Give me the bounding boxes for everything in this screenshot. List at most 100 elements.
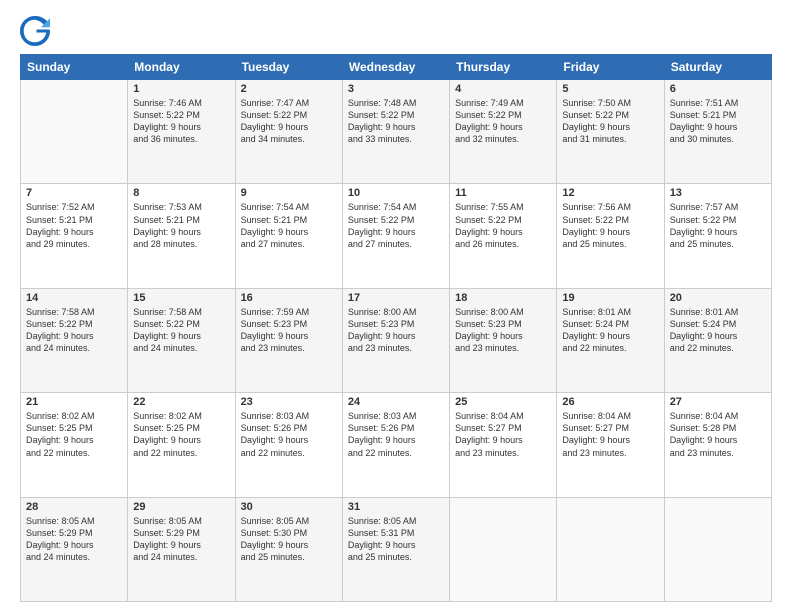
day-number: 10 bbox=[348, 187, 444, 199]
day-number: 2 bbox=[241, 83, 337, 95]
calendar-day-cell: 19Sunrise: 8:01 AM Sunset: 5:24 PM Dayli… bbox=[557, 288, 664, 392]
day-number: 6 bbox=[670, 83, 766, 95]
day-number: 15 bbox=[133, 292, 229, 304]
calendar-header-row: SundayMondayTuesdayWednesdayThursdayFrid… bbox=[21, 55, 772, 80]
logo-icon bbox=[20, 16, 50, 46]
calendar-day-header: Thursday bbox=[450, 55, 557, 80]
day-number: 23 bbox=[241, 396, 337, 408]
day-number: 21 bbox=[26, 396, 122, 408]
calendar-day-cell: 14 Sunrise: 7:58 AM Sunset: 5:22 PM Dayli… bbox=[21, 288, 128, 392]
day-info: Sunrise: 7:47 AM Sunset: 5:22 PM Dayligh… bbox=[241, 97, 337, 146]
calendar-week-row: 14 Sunrise: 7:58 AM Sunset: 5:22 PM Dayli… bbox=[21, 288, 772, 392]
day-info: Sunrise: 8:04 AM Sunset: 5:27 PM Dayligh… bbox=[562, 410, 658, 459]
day-number: 25 bbox=[455, 396, 551, 408]
day-number: 5 bbox=[562, 83, 658, 95]
calendar-day-header: Tuesday bbox=[235, 55, 342, 80]
calendar-day-cell: 21Sunrise: 8:02 AM Sunset: 5:25 PM Dayli… bbox=[21, 393, 128, 497]
calendar-day-header: Friday bbox=[557, 55, 664, 80]
day-info: Sunrise: 7:56 AM Sunset: 5:22 PM Dayligh… bbox=[562, 201, 658, 250]
day-info: Sunrise: 8:05 AM Sunset: 5:29 PM Dayligh… bbox=[133, 515, 229, 564]
calendar-day-header: Saturday bbox=[664, 55, 771, 80]
calendar-day-cell: 12 Sunrise: 7:56 AM Sunset: 5:22 PM Dayli… bbox=[557, 184, 664, 288]
day-info: Sunrise: 7:53 AM Sunset: 5:21 PM Dayligh… bbox=[133, 201, 229, 250]
day-number: 14 bbox=[26, 292, 122, 304]
calendar-day-cell: 4 Sunrise: 7:49 AM Sunset: 5:22 PM Daylig… bbox=[450, 80, 557, 184]
day-info: Sunrise: 7:48 AM Sunset: 5:22 PM Dayligh… bbox=[348, 97, 444, 146]
day-info: Sunrise: 7:58 AM Sunset: 5:22 PM Dayligh… bbox=[133, 306, 229, 355]
calendar-day-cell: 13Sunrise: 7:57 AM Sunset: 5:22 PM Dayli… bbox=[664, 184, 771, 288]
calendar-day-cell: 26Sunrise: 8:04 AM Sunset: 5:27 PM Dayli… bbox=[557, 393, 664, 497]
day-number: 4 bbox=[455, 83, 551, 95]
day-info: Sunrise: 8:03 AM Sunset: 5:26 PM Dayligh… bbox=[348, 410, 444, 459]
day-info: Sunrise: 8:04 AM Sunset: 5:28 PM Dayligh… bbox=[670, 410, 766, 459]
calendar-day-cell: 30Sunrise: 8:05 AM Sunset: 5:30 PM Dayli… bbox=[235, 497, 342, 601]
day-info: Sunrise: 7:49 AM Sunset: 5:22 PM Dayligh… bbox=[455, 97, 551, 146]
day-info: Sunrise: 8:01 AM Sunset: 5:24 PM Dayligh… bbox=[562, 306, 658, 355]
day-number: 11 bbox=[455, 187, 551, 199]
calendar-day-cell: 29 Sunrise: 8:05 AM Sunset: 5:29 PM Dayli… bbox=[128, 497, 235, 601]
day-number: 27 bbox=[670, 396, 766, 408]
logo bbox=[20, 16, 54, 46]
calendar-day-cell: 6 Sunrise: 7:51 AM Sunset: 5:21 PM Daylig… bbox=[664, 80, 771, 184]
calendar-day-cell: 22 Sunrise: 8:02 AM Sunset: 5:25 PM Dayli… bbox=[128, 393, 235, 497]
calendar-day-header: Wednesday bbox=[342, 55, 449, 80]
calendar-table: SundayMondayTuesdayWednesdayThursdayFrid… bbox=[20, 54, 772, 602]
day-number: 22 bbox=[133, 396, 229, 408]
calendar-day-cell: 3 Sunrise: 7:48 AM Sunset: 5:22 PM Daylig… bbox=[342, 80, 449, 184]
day-info: Sunrise: 7:55 AM Sunset: 5:22 PM Dayligh… bbox=[455, 201, 551, 250]
day-number: 16 bbox=[241, 292, 337, 304]
calendar-week-row: 21 Sunrise: 8:02 AM Sunset: 5:25 PM Dayli… bbox=[21, 393, 772, 497]
calendar-day-cell: 9 Sunrise: 7:54 AM Sunset: 5:21 PM Daylig… bbox=[235, 184, 342, 288]
day-number: 17 bbox=[348, 292, 444, 304]
calendar-day-cell: 15 Sunrise: 7:58 AM Sunset: 5:22 PM Dayli… bbox=[128, 288, 235, 392]
day-info: Sunrise: 7:54 AM Sunset: 5:21 PM Dayligh… bbox=[241, 201, 337, 250]
day-info: Sunrise: 7:57 AM Sunset: 5:22 PM Dayligh… bbox=[670, 201, 766, 250]
day-number: 31 bbox=[348, 501, 444, 513]
day-number: 18 bbox=[455, 292, 551, 304]
day-number: 3 bbox=[348, 83, 444, 95]
day-info: Sunrise: 8:03 AM Sunset: 5:26 PM Dayligh… bbox=[241, 410, 337, 459]
calendar-day-header: Monday bbox=[128, 55, 235, 80]
calendar-day-cell bbox=[450, 497, 557, 601]
calendar-day-cell: 10 Sunrise: 7:54 AM Sunset: 5:22 PM Dayli… bbox=[342, 184, 449, 288]
calendar-day-cell: 17 Sunrise: 8:00 AM Sunset: 5:23 PM Dayli… bbox=[342, 288, 449, 392]
day-number: 9 bbox=[241, 187, 337, 199]
calendar-day-cell: 7 Sunrise: 7:52 AM Sunset: 5:21 PM Daylig… bbox=[21, 184, 128, 288]
calendar-day-cell: 20Sunrise: 8:01 AM Sunset: 5:24 PM Dayli… bbox=[664, 288, 771, 392]
day-info: Sunrise: 7:59 AM Sunset: 5:23 PM Dayligh… bbox=[241, 306, 337, 355]
day-info: Sunrise: 7:58 AM Sunset: 5:22 PM Dayligh… bbox=[26, 306, 122, 355]
calendar-week-row: 28 Sunrise: 8:05 AM Sunset: 5:29 PM Dayli… bbox=[21, 497, 772, 601]
day-info: Sunrise: 8:00 AM Sunset: 5:23 PM Dayligh… bbox=[348, 306, 444, 355]
day-info: Sunrise: 8:05 AM Sunset: 5:29 PM Dayligh… bbox=[26, 515, 122, 564]
day-number: 28 bbox=[26, 501, 122, 513]
page: SundayMondayTuesdayWednesdayThursdayFrid… bbox=[0, 0, 792, 612]
calendar-day-cell: 5 Sunrise: 7:50 AM Sunset: 5:22 PM Daylig… bbox=[557, 80, 664, 184]
calendar-day-cell: 23 Sunrise: 8:03 AM Sunset: 5:26 PM Dayli… bbox=[235, 393, 342, 497]
calendar-week-row: 1Sunrise: 7:46 AM Sunset: 5:22 PM Daylig… bbox=[21, 80, 772, 184]
calendar-week-row: 7 Sunrise: 7:52 AM Sunset: 5:21 PM Daylig… bbox=[21, 184, 772, 288]
calendar-day-cell bbox=[21, 80, 128, 184]
day-number: 1 bbox=[133, 83, 229, 95]
day-info: Sunrise: 7:50 AM Sunset: 5:22 PM Dayligh… bbox=[562, 97, 658, 146]
calendar-day-cell: 1Sunrise: 7:46 AM Sunset: 5:22 PM Daylig… bbox=[128, 80, 235, 184]
calendar-day-cell bbox=[664, 497, 771, 601]
day-number: 29 bbox=[133, 501, 229, 513]
day-number: 7 bbox=[26, 187, 122, 199]
day-number: 12 bbox=[562, 187, 658, 199]
calendar-day-cell: 24Sunrise: 8:03 AM Sunset: 5:26 PM Dayli… bbox=[342, 393, 449, 497]
day-info: Sunrise: 7:52 AM Sunset: 5:21 PM Dayligh… bbox=[26, 201, 122, 250]
calendar-day-cell bbox=[557, 497, 664, 601]
calendar-day-cell: 8 Sunrise: 7:53 AM Sunset: 5:21 PM Daylig… bbox=[128, 184, 235, 288]
day-info: Sunrise: 8:05 AM Sunset: 5:30 PM Dayligh… bbox=[241, 515, 337, 564]
day-number: 20 bbox=[670, 292, 766, 304]
day-info: Sunrise: 8:00 AM Sunset: 5:23 PM Dayligh… bbox=[455, 306, 551, 355]
day-info: Sunrise: 8:05 AM Sunset: 5:31 PM Dayligh… bbox=[348, 515, 444, 564]
day-info: Sunrise: 8:02 AM Sunset: 5:25 PM Dayligh… bbox=[133, 410, 229, 459]
day-info: Sunrise: 7:54 AM Sunset: 5:22 PM Dayligh… bbox=[348, 201, 444, 250]
calendar-day-cell: 27 Sunrise: 8:04 AM Sunset: 5:28 PM Dayli… bbox=[664, 393, 771, 497]
day-number: 8 bbox=[133, 187, 229, 199]
day-info: Sunrise: 7:51 AM Sunset: 5:21 PM Dayligh… bbox=[670, 97, 766, 146]
calendar-day-cell: 16 Sunrise: 7:59 AM Sunset: 5:23 PM Dayli… bbox=[235, 288, 342, 392]
day-info: Sunrise: 8:04 AM Sunset: 5:27 PM Dayligh… bbox=[455, 410, 551, 459]
calendar-day-cell: 2 Sunrise: 7:47 AM Sunset: 5:22 PM Daylig… bbox=[235, 80, 342, 184]
